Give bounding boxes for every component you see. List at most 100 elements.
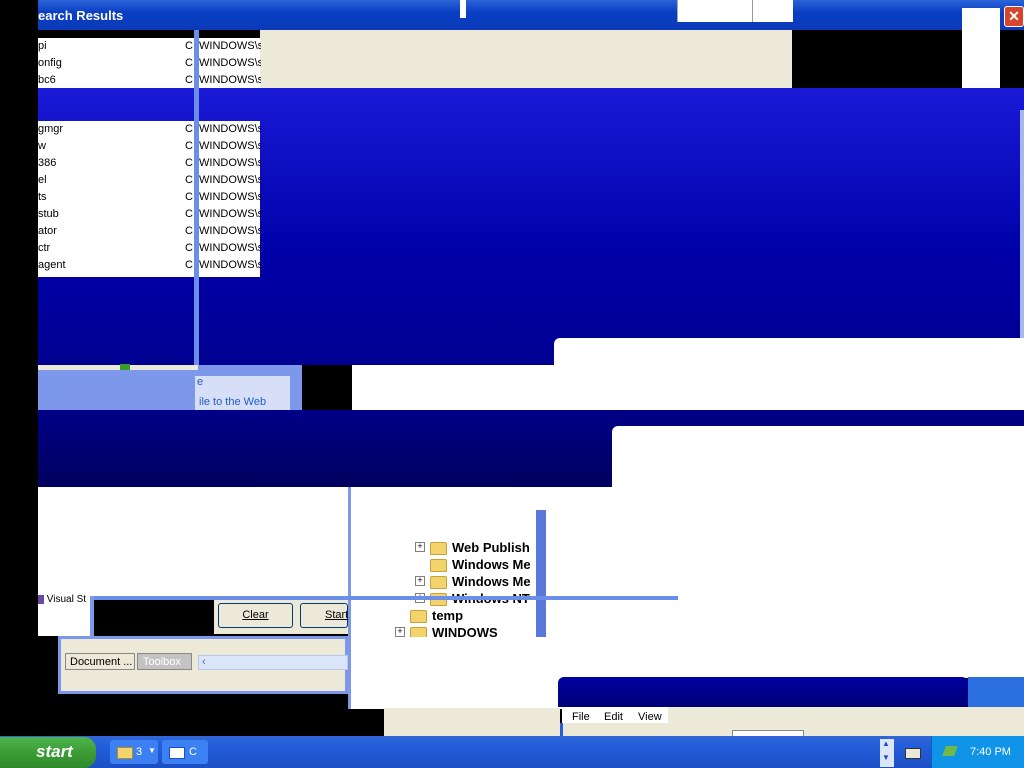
window-title: earch Results	[38, 8, 124, 23]
start-button[interactable]: start	[0, 737, 96, 768]
table-row[interactable]: ator C WINDOWS\s	[38, 223, 261, 240]
publish-to-web-link[interactable]: ile to the Web	[199, 396, 266, 408]
taskbar-group-button[interactable]: 3 ▼	[110, 740, 158, 764]
tree-item[interactable]: WINDOWS	[410, 625, 498, 637]
table-row[interactable]: agent C WINDOWS\s	[38, 257, 261, 274]
ide-bottom-strip	[38, 694, 348, 736]
chevron-down-icon[interactable]: ▼	[882, 753, 890, 762]
cell-name: pi	[38, 40, 47, 52]
cell-name: w	[38, 140, 46, 152]
folder-icon	[430, 576, 447, 590]
cell-name: ts	[38, 191, 47, 203]
taskbar-item[interactable]: C	[162, 740, 208, 764]
status-icon	[120, 364, 130, 370]
tree-item-label: WINDOWS	[432, 625, 498, 637]
menu-edit[interactable]: Edit	[604, 711, 623, 723]
title-bar-fragment-2	[677, 0, 793, 22]
table-row[interactable]: w C WINDOWS\s	[38, 138, 261, 155]
cell-path: WINDOWS\s	[199, 157, 261, 169]
expand-icon[interactable]: +	[415, 576, 425, 586]
cell-path: WINDOWS\s	[199, 225, 261, 237]
h-scrollbar[interactable]: ‹	[198, 655, 348, 670]
clear-button[interactable]: Clear	[218, 603, 293, 628]
close-button[interactable]: ✕	[1004, 6, 1024, 27]
cell-col: C	[185, 191, 193, 203]
table-row[interactable]: onfig C WINDOWS\s	[38, 55, 261, 72]
close-icon: ✕	[1008, 8, 1020, 24]
cell-col: C	[185, 174, 193, 186]
cell-name: stub	[38, 208, 59, 220]
notepad-title-right	[968, 677, 1024, 707]
cell-name: gmgr	[38, 123, 64, 135]
cell-name: el	[38, 174, 47, 186]
cell-path: WINDOWS\s	[199, 74, 261, 86]
taskbar-scroll[interactable]: ▲ ▼	[880, 739, 894, 767]
table-row[interactable]: pi C WINDOWS\s	[38, 38, 261, 55]
cell-path: WINDOWS\s	[199, 242, 261, 254]
title-bar-fragment	[460, 0, 466, 18]
status-strip	[38, 365, 198, 370]
folder-icon	[430, 542, 447, 556]
cell-col: C	[185, 259, 193, 271]
cell-path: WINDOWS\s	[199, 123, 261, 135]
cell-name: ator	[38, 225, 57, 237]
tree-item-label: temp	[432, 608, 464, 623]
folder-icon	[410, 610, 427, 624]
status-area	[384, 708, 560, 736]
cell-col: C	[185, 57, 193, 69]
expand-icon[interactable]: +	[415, 542, 425, 552]
menu-view[interactable]: View	[638, 711, 662, 723]
cell-name: ctr	[38, 242, 51, 254]
white-panel-right	[612, 426, 1024, 678]
cell-name: onfig	[38, 57, 62, 69]
tree-item[interactable]: Windows Me	[430, 574, 531, 590]
menu-file[interactable]: File	[572, 711, 590, 723]
table-row[interactable]: ctr C WINDOWS\s	[38, 240, 261, 257]
notepad-menubar-rest	[668, 707, 1024, 723]
folder-icon	[430, 559, 447, 573]
cell-col: C	[185, 74, 193, 86]
cell-path: WINDOWS\s	[199, 140, 261, 152]
search-results-title-bar[interactable]: earch Results	[38, 0, 1024, 30]
cell-path: WINDOWS\s	[199, 174, 261, 186]
network-icon[interactable]	[942, 746, 958, 756]
toolbar-strip	[260, 30, 792, 88]
keyboard-icon[interactable]	[905, 748, 921, 759]
start-search-button[interactable]: Start	[300, 603, 348, 628]
expand-icon[interactable]: +	[395, 627, 405, 637]
cell-path: WINDOWS\s	[199, 57, 261, 69]
table-row[interactable]: 386 C WINDOWS\s	[38, 155, 261, 172]
chevron-down-icon: ▼	[148, 746, 156, 755]
vs-panel-border	[90, 596, 94, 636]
cell-path: WINDOWS\s	[199, 40, 261, 52]
vs-icon	[38, 594, 44, 604]
cell-name: bc6	[38, 74, 56, 86]
chevron-up-icon[interactable]: ▲	[882, 739, 890, 748]
tab-toolbox[interactable]: Toolbox	[137, 653, 192, 670]
table-row[interactable]: stub C WINDOWS\s	[38, 206, 261, 223]
table-row[interactable]: ts C WINDOWS\s	[38, 189, 261, 206]
tab-document[interactable]: Document ...	[65, 653, 135, 670]
cell-col: C	[185, 242, 193, 254]
clock[interactable]: 7:40 PM	[970, 746, 1011, 758]
tree-item[interactable]: Windows Me	[430, 557, 531, 573]
cell-col: C	[185, 40, 193, 52]
tree-view: +Web PublishWindows Me+Windows Me+Window…	[395, 540, 540, 637]
folder-icon	[117, 747, 133, 759]
tree-item[interactable]: temp	[410, 608, 464, 624]
table-row[interactable]: gmgr C WINDOWS\s	[38, 121, 261, 138]
vs-label: Visual St	[38, 594, 86, 605]
title-bar-fragment-3	[752, 0, 753, 22]
table-row[interactable]: bc6 C WINDOWS\s	[38, 72, 261, 89]
cell-col: C	[185, 157, 193, 169]
cell-col: C	[185, 123, 193, 135]
divider-horizontal	[38, 596, 678, 600]
notepad-title-bar	[558, 677, 968, 707]
chevron-left-icon[interactable]: ‹	[202, 656, 206, 668]
tree-item[interactable]: Web Publish	[430, 540, 530, 556]
cell-col: C	[185, 208, 193, 220]
task-pane-text-top: e	[197, 376, 204, 388]
table-row[interactable]: el C WINDOWS\s	[38, 172, 261, 189]
tree-item-label: Windows Me	[452, 557, 531, 572]
system-tray: 7:40 PM	[931, 736, 1024, 768]
